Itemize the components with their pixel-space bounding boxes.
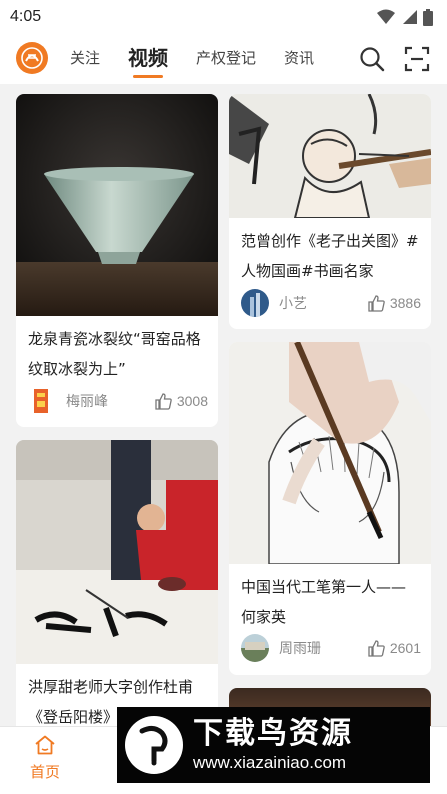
scan-icon[interactable]	[404, 46, 430, 72]
watermark-url: www.xiazainiao.com	[193, 753, 347, 772]
battery-icon	[423, 8, 433, 26]
like-count[interactable]: 2601	[368, 639, 421, 657]
home-icon	[35, 735, 55, 755]
status-bar: 4:05	[0, 0, 447, 34]
like-count[interactable]: 3008	[155, 392, 208, 410]
tab-video[interactable]: 视频	[114, 34, 182, 84]
watermark-title: 下载鸟资源	[193, 716, 353, 751]
tab-home[interactable]: 首页	[20, 735, 70, 782]
watermark-text: 下载鸟资源 www.xiazainiao.com	[193, 716, 353, 774]
logo-icon[interactable]	[16, 42, 48, 74]
author-name[interactable]: 周雨珊	[279, 638, 368, 658]
author-name[interactable]: 小艺	[279, 293, 368, 313]
video-thumbnail-celadon-bowl[interactable]	[16, 94, 218, 316]
card-meta: 周雨珊 2601	[241, 634, 421, 662]
video-thumbnail-portrait-sketch[interactable]	[229, 342, 431, 564]
tab-follow[interactable]: 关注	[56, 34, 114, 84]
like-count[interactable]: 3886	[368, 294, 421, 312]
author-avatar[interactable]	[28, 387, 56, 415]
video-card[interactable]: 范曾创作《老子出关图》#人物国画#书画名家 小艺 3886	[229, 94, 431, 329]
status-time: 4:05	[10, 8, 42, 25]
author-avatar[interactable]	[241, 289, 269, 317]
video-title[interactable]: 龙泉青瓷冰裂纹“哥窑品格纹取冰裂为上”	[16, 316, 218, 384]
like-count-value: 3008	[176, 393, 208, 409]
like-count-value: 2601	[389, 640, 421, 656]
wifi-icon	[377, 9, 395, 24]
thumbs-up-icon	[368, 639, 385, 657]
thumbs-up-icon	[368, 294, 385, 312]
top-nav: 关注 视频 产权登记 资讯	[0, 34, 447, 84]
card-meta: 小艺 3886	[241, 289, 421, 317]
video-title[interactable]: 范曾创作《老子出关图》#人物国画#书画名家	[229, 218, 431, 286]
author-name[interactable]: 梅丽峰	[66, 391, 155, 411]
tab-news[interactable]: 资讯	[270, 34, 328, 84]
video-thumbnail-laozi-painting[interactable]	[229, 94, 431, 218]
search-icon[interactable]	[358, 45, 386, 73]
video-card[interactable]: 洪厚甜老师大字创作杜甫《登岳阳楼》	[16, 440, 218, 726]
video-card[interactable]: 龙泉青瓷冰裂纹“哥窑品格纹取冰裂为上” 梅丽峰 3008	[16, 94, 218, 427]
status-icons	[377, 8, 433, 26]
watermark-logo-icon	[125, 716, 183, 774]
like-count-value: 3886	[389, 295, 421, 311]
video-thumbnail-calligraphy[interactable]	[16, 440, 218, 664]
video-feed: 龙泉青瓷冰裂纹“哥窑品格纹取冰裂为上” 梅丽峰 3008 范曾创作《老子出关图》…	[0, 84, 447, 726]
author-avatar[interactable]	[241, 634, 269, 662]
card-meta: 梅丽峰 3008	[28, 387, 208, 415]
tab-copyright-registration[interactable]: 产权登记	[182, 34, 270, 84]
tab-home-label: 首页	[29, 763, 60, 781]
video-card[interactable]: 中国当代工笔第一人——何家英 周雨珊 2601	[229, 342, 431, 675]
signal-icon	[403, 10, 417, 24]
watermark-banner: 下载鸟资源 www.xiazainiao.com	[117, 707, 430, 783]
tab-bar: 关注 视频 产权登记 资讯	[56, 34, 348, 84]
thumbs-up-icon	[155, 392, 172, 410]
video-title[interactable]: 中国当代工笔第一人——何家英	[229, 564, 431, 632]
